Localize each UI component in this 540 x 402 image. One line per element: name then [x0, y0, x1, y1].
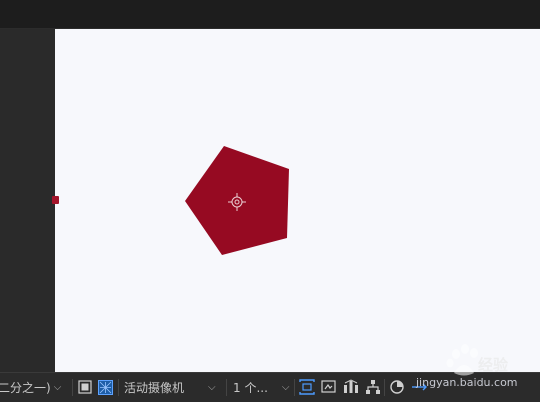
layer-position-marker[interactable] [52, 196, 59, 204]
composition-canvas[interactable] [55, 29, 540, 372]
views-dropdown[interactable]: 1 个... ⌵ [233, 373, 290, 402]
resolution-dropdown[interactable]: 二分之一) ⌵ [0, 373, 61, 402]
toolbar-divider [226, 379, 227, 396]
flowchart-icon[interactable] [342, 378, 360, 396]
reset-exposure-icon[interactable] [388, 378, 406, 396]
camera-dropdown[interactable]: 活动摄像机 ⌵ [124, 373, 216, 402]
view-layout-icon[interactable] [298, 378, 316, 396]
toolbar-divider [384, 379, 385, 396]
camera-label: 活动摄像机 [124, 381, 185, 395]
viewer-top-bar [0, 0, 540, 29]
canvas-artwork [185, 146, 289, 255]
left-panel-gutter [0, 29, 55, 372]
exposure-icon[interactable] [410, 378, 428, 396]
toolbar-divider [72, 379, 73, 396]
toolbar-divider [294, 379, 295, 396]
transparency-grid-icon[interactable] [96, 378, 114, 396]
network-icon[interactable] [364, 378, 382, 396]
chevron-down-icon: ⌵ [53, 382, 62, 393]
viewer-bottom-toolbar: 二分之一) ⌵ 活动摄像机 ⌵ 1 个... ⌵ [0, 372, 540, 402]
region-of-interest-icon[interactable] [76, 378, 94, 396]
views-label: 1 个... [233, 381, 268, 395]
chevron-down-icon: ⌵ [208, 382, 216, 393]
toolbar-divider [118, 379, 119, 396]
snapshot-icon[interactable] [320, 378, 338, 396]
composition-viewer-window: 二分之一) ⌵ 活动摄像机 ⌵ 1 个... ⌵ 经验 jingyan.baid… [0, 0, 540, 402]
resolution-label: 二分之一) [0, 381, 51, 395]
chevron-down-icon: ⌵ [281, 382, 290, 393]
